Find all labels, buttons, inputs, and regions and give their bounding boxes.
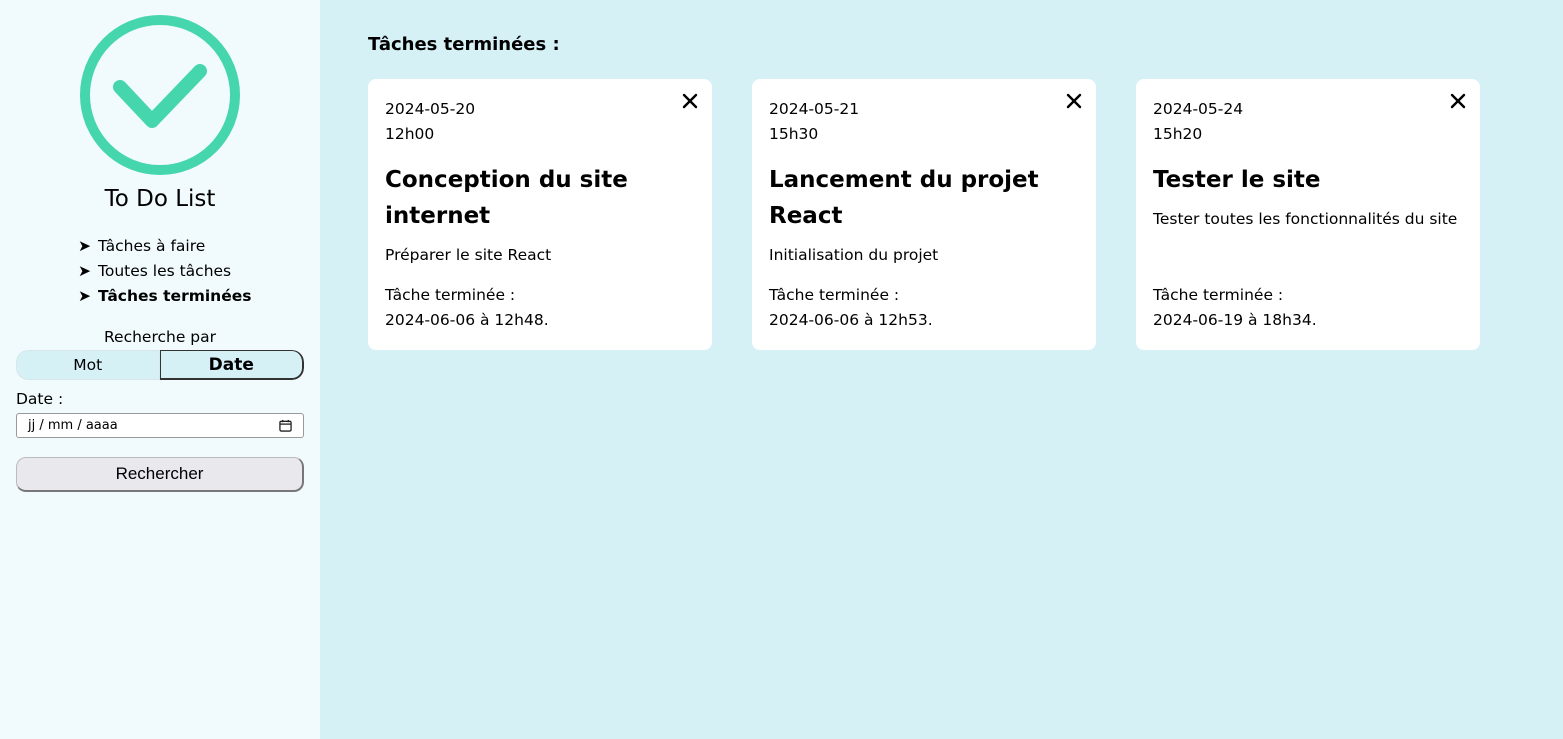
task-completed-at: 2024-06-19 à 18h34.: [1153, 311, 1317, 329]
sidebar: To Do List ➤ Tâches à faire ➤ Toutes les t…: [0, 0, 320, 739]
close-icon[interactable]: [1450, 93, 1466, 109]
search-button[interactable]: Rechercher: [16, 457, 304, 492]
task-description: Tester toutes les fonctionnalités du sit…: [1153, 210, 1458, 228]
task-completed-label: Tâche terminée :: [769, 286, 900, 304]
nav-item-taches-terminees[interactable]: ➤ Tâches terminées: [78, 286, 251, 311]
task-time: 15h20: [1153, 125, 1203, 143]
date-label: Date :: [16, 390, 64, 408]
nav-item-label: Tâches à faire: [98, 237, 206, 255]
nav-item-label: Tâches terminées: [98, 287, 252, 305]
app-title: To Do List: [104, 186, 216, 212]
task-time: 12h00: [385, 125, 435, 143]
task-card-list: 2024-05-20 12h00 Conception du site inte…: [368, 79, 1480, 350]
arrow-right-icon: ➤: [78, 262, 91, 280]
arrow-right-icon: ➤: [78, 237, 91, 255]
arrow-right-icon: ➤: [78, 287, 91, 305]
nav-item-label: Toutes les tâches: [98, 262, 232, 280]
task-date: 2024-05-24: [1153, 100, 1244, 118]
close-icon[interactable]: [682, 93, 698, 109]
search-by-label: Recherche par: [103, 328, 217, 346]
date-input[interactable]: jj / mm / aaaa: [16, 413, 304, 438]
task-description: Initialisation du projet: [769, 246, 939, 264]
date-input-placeholder: jj / mm / aaaa: [28, 418, 118, 433]
sidebar-nav: ➤ Tâches à faire ➤ Toutes les tâches ➤ Tâch…: [78, 236, 251, 311]
task-time: 15h30: [769, 125, 819, 143]
close-icon[interactable]: [1066, 93, 1082, 109]
app: To Do List ➤ Tâches à faire ➤ Toutes les t…: [0, 0, 1563, 739]
nav-item-toutes-les-taches[interactable]: ➤ Toutes les tâches: [78, 261, 251, 286]
task-title: Tester le site: [1153, 167, 1321, 193]
task-completed-info: Tâche terminée : 2024-06-19 à 18h34.: [1153, 283, 1317, 333]
task-completed-at: 2024-06-06 à 12h53.: [769, 311, 933, 329]
task-card: 2024-05-24 15h20 Tester le site Tester t…: [1136, 79, 1480, 350]
task-completed-info: Tâche terminée : 2024-06-06 à 12h53.: [769, 283, 933, 333]
task-card: 2024-05-21 15h30 Lancement du projet Rea…: [752, 79, 1096, 350]
toggle-mot-button[interactable]: Mot: [16, 350, 160, 380]
task-description: Préparer le site React: [385, 246, 552, 264]
search-mode-toggle: Mot Date: [16, 350, 304, 380]
task-completed-label: Tâche terminée :: [1153, 286, 1284, 304]
task-title: Lancement du projet React: [769, 167, 1039, 229]
calendar-icon[interactable]: [279, 419, 292, 432]
task-completed-label: Tâche terminée :: [385, 286, 516, 304]
task-completed-at: 2024-06-06 à 12h48.: [385, 311, 549, 329]
task-completed-info: Tâche terminée : 2024-06-06 à 12h48.: [385, 283, 549, 333]
task-date: 2024-05-21: [769, 100, 860, 118]
task-card: 2024-05-20 12h00 Conception du site inte…: [368, 79, 712, 350]
main-content: Tâches terminées : 2024-05-20 12h00 Conc…: [320, 0, 1563, 739]
check-circle-icon: [80, 15, 240, 175]
toggle-date-button[interactable]: Date: [159, 350, 304, 380]
task-title: Conception du site internet: [385, 167, 628, 229]
page-title: Tâches terminées :: [368, 34, 560, 55]
task-date: 2024-05-20: [385, 100, 476, 118]
nav-item-taches-a-faire[interactable]: ➤ Tâches à faire: [78, 236, 251, 261]
